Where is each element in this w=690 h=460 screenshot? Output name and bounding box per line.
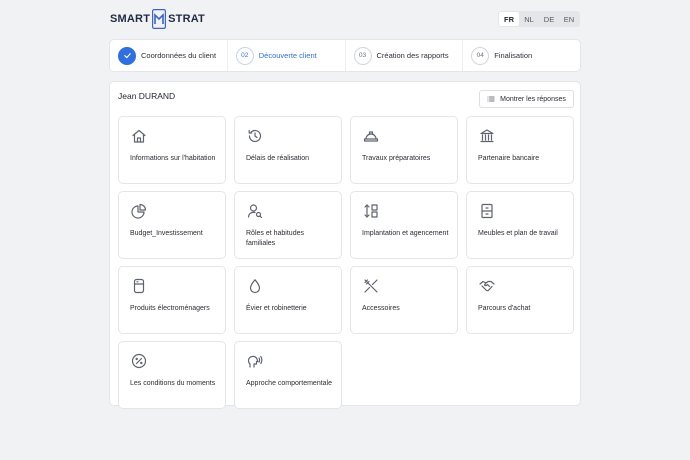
home-icon bbox=[131, 128, 147, 144]
lang-de[interactable]: DE bbox=[539, 12, 559, 26]
topic-card-home-info[interactable]: Informations sur l'habitation bbox=[118, 116, 226, 184]
step-label: Coordonnées du client bbox=[141, 51, 217, 60]
layout-arrows-icon bbox=[363, 203, 379, 219]
topic-card-layout[interactable]: Implantation et agencement bbox=[350, 191, 458, 259]
topic-card-accessories[interactable]: Accessoires bbox=[350, 266, 458, 334]
topic-card-label: Produits électroménagers bbox=[130, 305, 210, 312]
topic-card-label: Informations sur l'habitation bbox=[130, 155, 216, 162]
progress-stepper: Coordonnées du client 02 Découverte clie… bbox=[109, 39, 581, 72]
step-report-creation[interactable]: 03 Création des rapports bbox=[346, 40, 464, 71]
language-switcher: FR NL DE EN bbox=[498, 11, 580, 27]
topic-card-label: Délais de réalisation bbox=[246, 155, 310, 162]
topic-card-label: Implantation et agencement bbox=[362, 230, 449, 237]
topic-card-label: Parcours d'achat bbox=[478, 305, 531, 312]
topic-card-behavioural-approach[interactable]: Approche comportementale bbox=[234, 341, 342, 409]
handshake-icon bbox=[479, 278, 495, 294]
gauge-icon bbox=[131, 353, 147, 369]
history-icon bbox=[247, 128, 263, 144]
topic-card-label: Évier et robinetterie bbox=[246, 305, 307, 312]
topic-card-label: Meubles et plan de travail bbox=[478, 230, 558, 237]
appliance-icon bbox=[131, 278, 147, 294]
topic-card-label: Accessoires bbox=[362, 305, 400, 312]
topic-card-family-roles[interactable]: Rôles et habitudes familiales bbox=[234, 191, 342, 259]
speaking-head-icon bbox=[247, 353, 263, 369]
topic-card-deadlines[interactable]: Délais de réalisation bbox=[234, 116, 342, 184]
lang-en[interactable]: EN bbox=[559, 12, 579, 26]
logo-mark-icon bbox=[152, 9, 167, 29]
lang-nl[interactable]: NL bbox=[519, 12, 539, 26]
topic-card-label: Les conditions du moments bbox=[130, 380, 216, 387]
topic-card-current-conditions[interactable]: Les conditions du moments bbox=[118, 341, 226, 409]
lang-fr[interactable]: FR bbox=[499, 12, 519, 26]
bank-icon bbox=[479, 128, 495, 144]
step-number: 04 bbox=[471, 46, 490, 65]
cabinet-icon bbox=[479, 203, 495, 219]
step-client-discovery[interactable]: 02 Découverte client bbox=[228, 40, 346, 71]
step-number: 02 bbox=[235, 46, 254, 65]
logo-text-right: STRAT bbox=[168, 13, 205, 25]
topic-card-bank-partner[interactable]: Partenaire bancaire bbox=[466, 116, 574, 184]
discovery-panel: Jean DURAND Montrer les réponses Informa… bbox=[109, 81, 581, 409]
step-label: Création des rapports bbox=[376, 51, 449, 60]
step-number: 03 bbox=[353, 46, 372, 65]
topic-card-label: Budget_Investissement bbox=[130, 230, 203, 237]
list-icon bbox=[487, 96, 495, 102]
topic-card-appliances[interactable]: Produits électroménagers bbox=[118, 266, 226, 334]
logo-text-left: SMART bbox=[110, 13, 151, 25]
user-search-icon bbox=[247, 203, 263, 219]
utensils-crossed-icon bbox=[363, 278, 379, 294]
topic-card-furniture[interactable]: Meubles et plan de travail bbox=[466, 191, 574, 259]
step-label: Finalisation bbox=[494, 51, 533, 60]
topic-card-label: Partenaire bancaire bbox=[478, 155, 540, 162]
topic-card-budget[interactable]: Budget_Investissement bbox=[118, 191, 226, 259]
hard-hat-icon bbox=[363, 128, 379, 144]
topic-card-label: Travaux préparatoires bbox=[362, 155, 431, 162]
topic-grid: Informations sur l'habitation Délais de … bbox=[118, 116, 574, 409]
topic-card-preparatory-works[interactable]: Travaux préparatoires bbox=[350, 116, 458, 184]
app-logo: SMART STRAT bbox=[110, 8, 205, 30]
step-label: Découverte client bbox=[258, 51, 317, 60]
step-finalisation[interactable]: 04 Finalisation bbox=[463, 40, 580, 71]
client-name: Jean DURAND bbox=[118, 91, 176, 101]
topic-card-label: Approche comportementale bbox=[246, 380, 332, 387]
topic-card-purchase-journey[interactable]: Parcours d'achat bbox=[466, 266, 574, 334]
show-answers-label: Montrer les réponses bbox=[500, 95, 566, 103]
topic-card-label: Rôles et habitudes familiales bbox=[246, 230, 304, 247]
water-drop-icon bbox=[247, 278, 263, 294]
check-icon bbox=[118, 46, 136, 65]
pie-chart-icon bbox=[131, 203, 147, 219]
show-answers-button[interactable]: Montrer les réponses bbox=[479, 90, 574, 108]
step-client-details[interactable]: Coordonnées du client bbox=[110, 40, 228, 71]
topic-card-sink[interactable]: Évier et robinetterie bbox=[234, 266, 342, 334]
